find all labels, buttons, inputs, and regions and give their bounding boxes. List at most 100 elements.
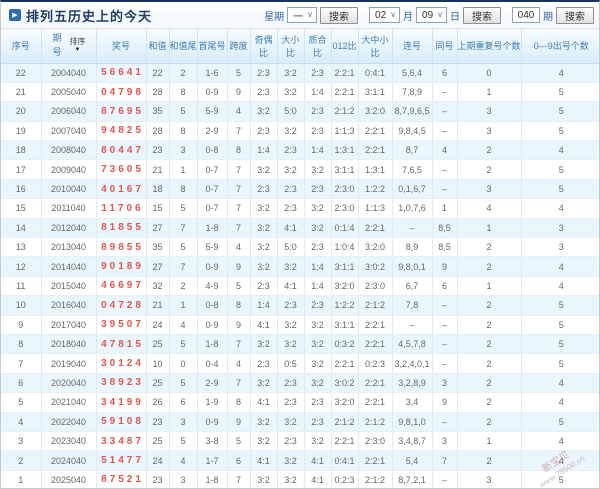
cell: 5-9 bbox=[197, 237, 228, 258]
cell: 1:4 bbox=[304, 256, 332, 277]
cell: – bbox=[432, 334, 458, 355]
date-search-button[interactable]: 搜索 bbox=[463, 6, 501, 24]
issue-search-button[interactable]: 搜索 bbox=[556, 6, 594, 24]
cell: 2:3 bbox=[277, 179, 305, 200]
cell: 2021040 bbox=[41, 392, 97, 413]
table-row: 2 2024040 51477 24 4 1-7 6 4:1 3:2 4:1 0:4:1 2:2:1 5… bbox=[1, 450, 599, 471]
day-select[interactable]: 09 ∨ bbox=[416, 7, 447, 23]
cell: 9 bbox=[432, 256, 458, 277]
issue-search-group: 期 搜索 bbox=[512, 6, 594, 24]
cell: 2:3:0 bbox=[331, 198, 359, 219]
title-bar: ▶ 排列五历史上的今天 星期 一 ∨ 搜索 02 ∨ 月 09 ∨ 日 搜索 0… bbox=[1, 2, 599, 29]
page-title: 排列五历史上的今天 bbox=[26, 8, 153, 24]
cell: 7 bbox=[169, 218, 198, 239]
issue-input[interactable] bbox=[512, 7, 540, 23]
cell: 7 bbox=[227, 334, 251, 355]
cell: 2:3 bbox=[304, 295, 332, 316]
cell: 3:2:0 bbox=[358, 237, 393, 258]
cell: 2015040 bbox=[41, 276, 97, 297]
play-icon: ▶ bbox=[9, 9, 21, 21]
cell: 3:2 bbox=[277, 256, 305, 277]
cell: 1:4 bbox=[304, 82, 332, 103]
cell: 3:2:0 bbox=[331, 392, 359, 413]
cell: 0 bbox=[457, 63, 522, 83]
cell: 4 bbox=[521, 256, 599, 277]
cell: 5 bbox=[521, 353, 599, 374]
cell: 3 bbox=[457, 101, 522, 122]
cell: 1-6 bbox=[197, 63, 228, 83]
cell: 3:1:1 bbox=[331, 315, 359, 335]
cell: 1:3:1 bbox=[358, 159, 393, 180]
cell: 27 bbox=[146, 218, 170, 239]
cell: 21 bbox=[1, 82, 42, 103]
cell: 2004040 bbox=[41, 63, 97, 83]
cell: 3 bbox=[521, 218, 599, 239]
cell: 6 bbox=[169, 392, 198, 413]
cell: 3:2 bbox=[250, 101, 278, 122]
cell: 1 bbox=[457, 82, 522, 103]
cell: 2:3 bbox=[304, 63, 332, 83]
chevron-down-icon: ∨ bbox=[307, 10, 314, 19]
cell: 2:3 bbox=[277, 373, 305, 394]
cell: 4 bbox=[432, 140, 458, 161]
cell: 2013040 bbox=[41, 237, 97, 258]
cell: 3 bbox=[169, 140, 198, 161]
table-row: 7 2019040 30124 10 0 0-4 4 2:3 0:5 3:2 2:2:1 0:2:3 3… bbox=[1, 353, 599, 374]
cell: 3:2:0 bbox=[358, 101, 393, 122]
cell: 59108 bbox=[96, 412, 147, 432]
month-label: 月 bbox=[403, 11, 414, 23]
cell: 89855 bbox=[96, 237, 147, 258]
issue-label: 期 bbox=[543, 11, 553, 23]
cell: 3:2 bbox=[277, 334, 305, 355]
cell: 0:4:1 bbox=[358, 63, 393, 83]
cell: 5 bbox=[1, 392, 42, 413]
cell: 17 bbox=[1, 159, 42, 180]
cell: 2:1:2 bbox=[358, 295, 393, 316]
cell: 2:3 bbox=[304, 121, 332, 142]
cell: 9 bbox=[227, 315, 251, 335]
cell: 7,8 bbox=[392, 295, 433, 316]
table-row: 20 2006040 87695 35 5 5-9 4 3:2 5:0 2:3 2:1:2 3:2:0… bbox=[1, 101, 599, 122]
cell: 5-9 bbox=[197, 101, 228, 122]
col-header-prime-composite: 质合比 bbox=[304, 29, 332, 64]
col-header-012: 012比 bbox=[331, 29, 359, 64]
sort-control[interactable]: 排序 ▼ bbox=[70, 38, 86, 54]
cell: 4:1 bbox=[250, 392, 278, 413]
cell: 7 bbox=[227, 470, 251, 488]
cell: 2 bbox=[457, 140, 522, 161]
table-row: 8 2018040 47815 25 5 1-8 7 3:2 3:2 3:2 0:3:2 2:2:1 4… bbox=[1, 334, 599, 355]
cell: 2:3 bbox=[277, 392, 305, 413]
cell: 1:0:4 bbox=[331, 237, 359, 258]
cell: 0-9 bbox=[197, 412, 228, 432]
cell: 2:2:1 bbox=[358, 373, 393, 394]
cell: 2 bbox=[457, 373, 522, 394]
cell: 4 bbox=[521, 198, 599, 219]
table-row: 22 2004040 56641 22 2 1-6 5 2:3 3:2 2:3 2:2:1 0:4:1… bbox=[1, 63, 599, 83]
cell: 2006040 bbox=[41, 101, 97, 122]
cell: 2 bbox=[1, 450, 42, 471]
month-select[interactable]: 02 ∨ bbox=[369, 7, 401, 23]
cell: 2022040 bbox=[41, 412, 97, 432]
cell: 5 bbox=[169, 198, 198, 219]
cell: 2:3 bbox=[304, 237, 332, 258]
cell: 1-7 bbox=[197, 450, 228, 471]
cell: 18 bbox=[1, 140, 42, 161]
cell: 2017040 bbox=[41, 315, 97, 335]
table-row: 15 2011040 11706 15 5 0-7 7 3:2 2:3 3:2 2:3:0 1:1:3… bbox=[1, 198, 599, 219]
cell: 3:2 bbox=[304, 373, 332, 394]
cell: 3:0:2 bbox=[358, 256, 393, 277]
chevron-down-icon: ∨ bbox=[437, 10, 443, 19]
table-row: 3 2023040 33487 25 5 3-8 5 3:2 2:3 3:2 2:2:1 2:3:0 3… bbox=[1, 431, 599, 452]
cell: 2:3:0 bbox=[358, 276, 393, 297]
cell: 4 bbox=[227, 237, 251, 258]
week-select[interactable]: 一 ∨ bbox=[287, 7, 318, 23]
cell: – bbox=[432, 159, 458, 180]
week-search-button[interactable]: 搜索 bbox=[320, 6, 359, 24]
cell: 04728 bbox=[96, 295, 147, 316]
table-row: 6 2020040 38923 25 5 2-9 7 3:2 2:3 3:2 3:0:2 2:2:1 3… bbox=[1, 373, 599, 394]
cell: 2:2:1 bbox=[358, 140, 393, 161]
table-row: 16 2010040 40167 18 8 0-7 7 2:3 2:3 2:3 2:3:0 1:2:2… bbox=[1, 179, 599, 200]
search-controls: 星期 一 ∨ 搜索 02 ∨ 月 09 ∨ 日 搜索 040 期 搜索 bbox=[253, 6, 594, 24]
table-row: 5 2021040 34199 26 6 1-9 8 4:1 2:3 2:3 3:2:0 2:2:1 3… bbox=[1, 392, 599, 413]
cell: 2 bbox=[169, 63, 198, 83]
